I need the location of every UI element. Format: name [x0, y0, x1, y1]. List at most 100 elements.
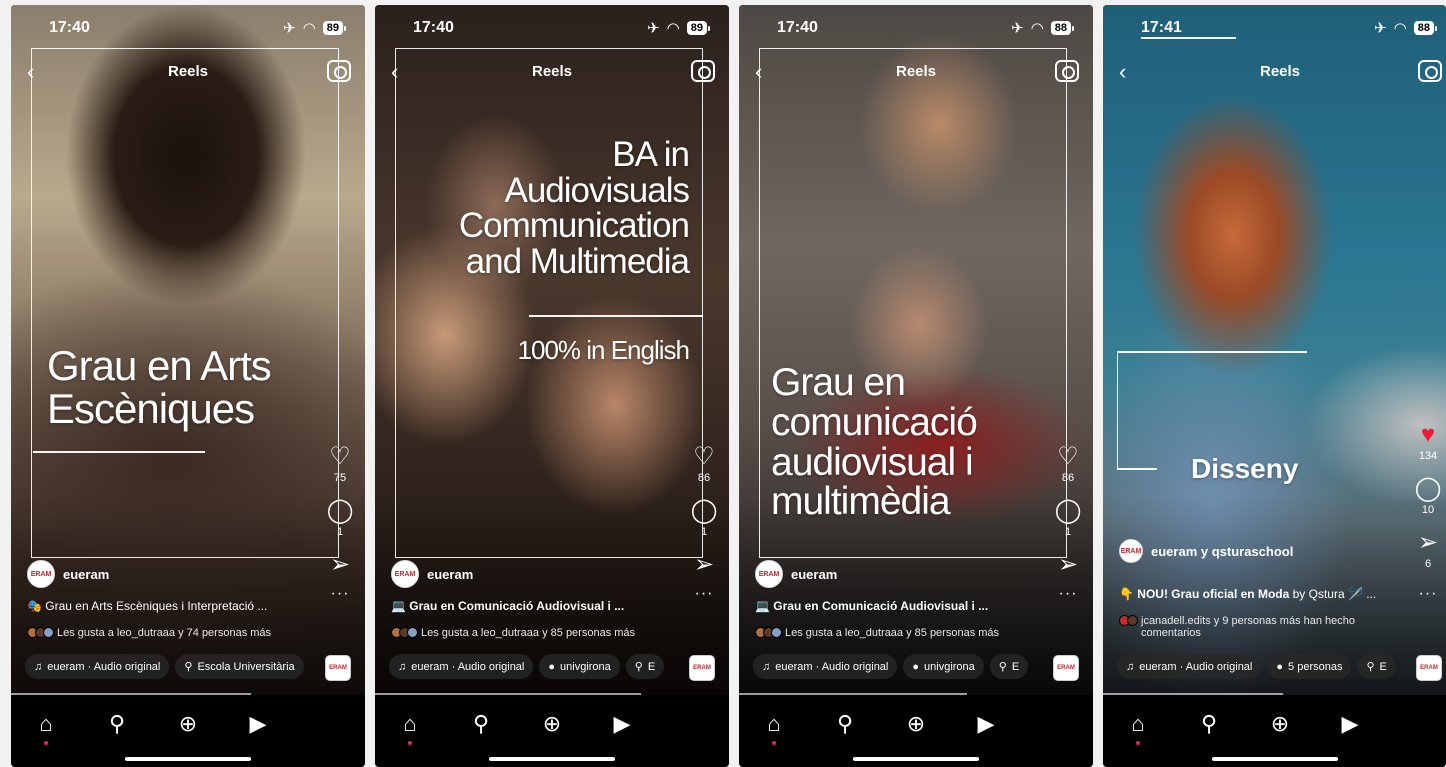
airplane-icon: ✈	[1374, 20, 1387, 37]
audio-chip[interactable]: ♫ eueram · Audio original	[389, 654, 534, 679]
likes-summary[interactable]: Les gusta a leo_dutraaa y 85 personas má…	[391, 627, 691, 639]
airplane-icon: ✈	[647, 20, 660, 37]
video-progress	[11, 693, 251, 695]
audio-thumbnail[interactable]: ERAM	[1416, 655, 1442, 681]
reels-icon[interactable]: ▶	[1337, 711, 1363, 737]
home-active-dot	[1136, 741, 1140, 745]
audio-thumbnail[interactable]: ERAM	[1053, 655, 1079, 681]
username[interactable]: eueram	[63, 567, 109, 582]
battery-indicator: 88	[1413, 21, 1438, 35]
reels-icon[interactable]: ▶	[609, 711, 635, 737]
create-icon[interactable]: ⊕	[1267, 711, 1293, 737]
audio-thumbnail[interactable]: ERAM	[325, 655, 351, 681]
music-note-icon: ♫	[762, 660, 771, 673]
avatar[interactable]: ERAM	[391, 560, 419, 588]
location-chip[interactable]: ⚲ E	[625, 654, 665, 679]
status-time: 17:40	[49, 19, 90, 36]
camera-icon[interactable]	[1418, 60, 1442, 82]
likes-count: 86	[697, 472, 711, 484]
create-icon[interactable]: ⊕	[903, 711, 929, 737]
person-icon: ●	[548, 660, 556, 673]
video-progress	[1103, 693, 1283, 695]
heart-icon[interactable]: ♡	[329, 445, 351, 471]
reel-caption[interactable]: 👇 NOU! Grau oficial en Moda by Qstura 🪡 …	[1119, 587, 1394, 601]
shares-count: 6	[1424, 558, 1432, 570]
avatar-logo-text: ERAM	[1120, 547, 1142, 555]
create-icon[interactable]: ⊕	[175, 711, 201, 737]
commenter-avatars	[1119, 615, 1138, 626]
audio-chip[interactable]: ♫ eueram · Audio original	[25, 654, 170, 679]
heart-icon[interactable]: ♡	[1057, 445, 1079, 471]
search-icon[interactable]: ⚲	[104, 711, 130, 737]
comment-icon[interactable]: ◯	[1055, 499, 1082, 525]
comments-summary[interactable]: jcanadell.edits y 9 personas más han hec…	[1119, 615, 1389, 639]
people-chip[interactable]: ● univgirona	[903, 654, 984, 679]
avatar[interactable]: ERAM	[755, 560, 783, 588]
heart-icon[interactable]: ♡	[693, 445, 715, 471]
people-chip[interactable]: ● univgirona	[539, 654, 620, 679]
bottom-nav: ⌂ ⚲ ⊕ ▶	[375, 697, 729, 767]
status-bar: 17:40 ✈ ◠ 89	[11, 19, 365, 41]
video-progress	[739, 693, 967, 695]
avatar[interactable]: ERAM	[1119, 539, 1143, 563]
location-pin-icon: ⚲	[998, 661, 1007, 673]
reel-caption[interactable]: 💻 Grau en Comunicació Audiovisual i ...	[755, 599, 1045, 613]
share-icon[interactable]: ➢	[694, 553, 714, 579]
home-icon[interactable]: ⌂	[33, 711, 59, 737]
likes-summary[interactable]: Les gusta a leo_dutraaa y 85 personas má…	[755, 627, 1055, 639]
battery-indicator: 88	[1050, 21, 1075, 35]
audio-thumbnail[interactable]: ERAM	[689, 655, 715, 681]
username[interactable]: eueram	[791, 567, 837, 582]
reel-author[interactable]: ERAM eueram	[391, 560, 473, 588]
heart-icon[interactable]: ♥	[1421, 423, 1435, 449]
location-chip[interactable]: ⚲ E	[989, 654, 1029, 679]
share-icon[interactable]: ➢	[1418, 531, 1438, 557]
people-chip[interactable]: ● 5 personas	[1267, 654, 1352, 679]
reel-overlay-text: Grau en Arts Escèniques	[47, 342, 272, 432]
comment-icon[interactable]: ◯	[691, 499, 718, 525]
home-icon[interactable]: ⌂	[761, 711, 787, 737]
location-chip[interactable]: ⚲ Escola Universitària	[175, 654, 304, 679]
comment-icon[interactable]: ◯	[327, 499, 354, 525]
home-icon[interactable]: ⌂	[397, 711, 423, 737]
username[interactable]: eueram	[427, 567, 473, 582]
reels-icon[interactable]: ▶	[973, 711, 999, 737]
location-chip[interactable]: ⚲ E	[1357, 654, 1396, 679]
search-icon[interactable]: ⚲	[468, 711, 494, 737]
share-icon[interactable]: ➢	[1058, 553, 1078, 579]
comments-text: jcanadell.edits y 9 personas más han hec…	[1141, 615, 1356, 639]
search-icon[interactable]: ⚲	[1196, 711, 1222, 737]
reel-author[interactable]: ERAM eueram	[27, 560, 109, 588]
comment-icon[interactable]: ◯	[1415, 477, 1442, 503]
create-icon[interactable]: ⊕	[539, 711, 565, 737]
audio-chip[interactable]: ♫ eueram · Audio original	[753, 654, 898, 679]
music-note-icon: ♫	[398, 660, 407, 673]
reel-caption[interactable]: 🎭 Grau en Arts Escèniques i Interpretaci…	[27, 599, 317, 613]
likes-summary[interactable]: Les gusta a leo_dutraaa y 74 personas má…	[27, 627, 327, 639]
more-icon[interactable]: ···	[695, 585, 714, 603]
home-indicator	[1211, 757, 1338, 761]
wifi-icon: ◠	[1393, 20, 1407, 37]
reels-screenshot-strip: 17:40 ✈ ◠ 89 ‹ Reels Grau en Arts Escèni…	[0, 0, 1446, 767]
audio-chip[interactable]: ♫ eueram · Audio original	[1117, 654, 1262, 679]
more-icon[interactable]: ···	[1419, 585, 1438, 603]
more-icon[interactable]: ···	[1059, 585, 1078, 603]
username[interactable]: eueram y qsturaschool	[1151, 544, 1293, 559]
search-icon[interactable]: ⚲	[832, 711, 858, 737]
reel-author[interactable]: ERAM eueram	[755, 560, 837, 588]
battery-indicator: 89	[322, 21, 347, 35]
status-bar: 17:40 ✈ ◠ 89	[375, 19, 729, 41]
home-icon[interactable]: ⌂	[1125, 711, 1151, 737]
reel-author[interactable]: ERAM eueram y qsturaschool	[1119, 539, 1293, 563]
share-icon[interactable]: ➢	[330, 553, 350, 579]
reels-icon[interactable]: ▶	[245, 711, 271, 737]
bottom-nav: ⌂ ⚲ ⊕ ▶	[11, 697, 365, 767]
avatar[interactable]: ERAM	[27, 560, 55, 588]
caption-bold: 👇 NOU! Grau oficial en Moda	[1119, 587, 1290, 601]
reel-chips: ♫ eueram · Audio original ● univgirona ⚲ E	[389, 654, 689, 679]
reel-caption[interactable]: 💻 Grau en Comunicació Audiovisual i ...	[391, 599, 681, 613]
status-time: 17:41	[1141, 19, 1182, 36]
status-time: 17:40	[777, 19, 818, 36]
overlay-frame	[31, 48, 339, 558]
more-icon[interactable]: ···	[331, 585, 350, 603]
